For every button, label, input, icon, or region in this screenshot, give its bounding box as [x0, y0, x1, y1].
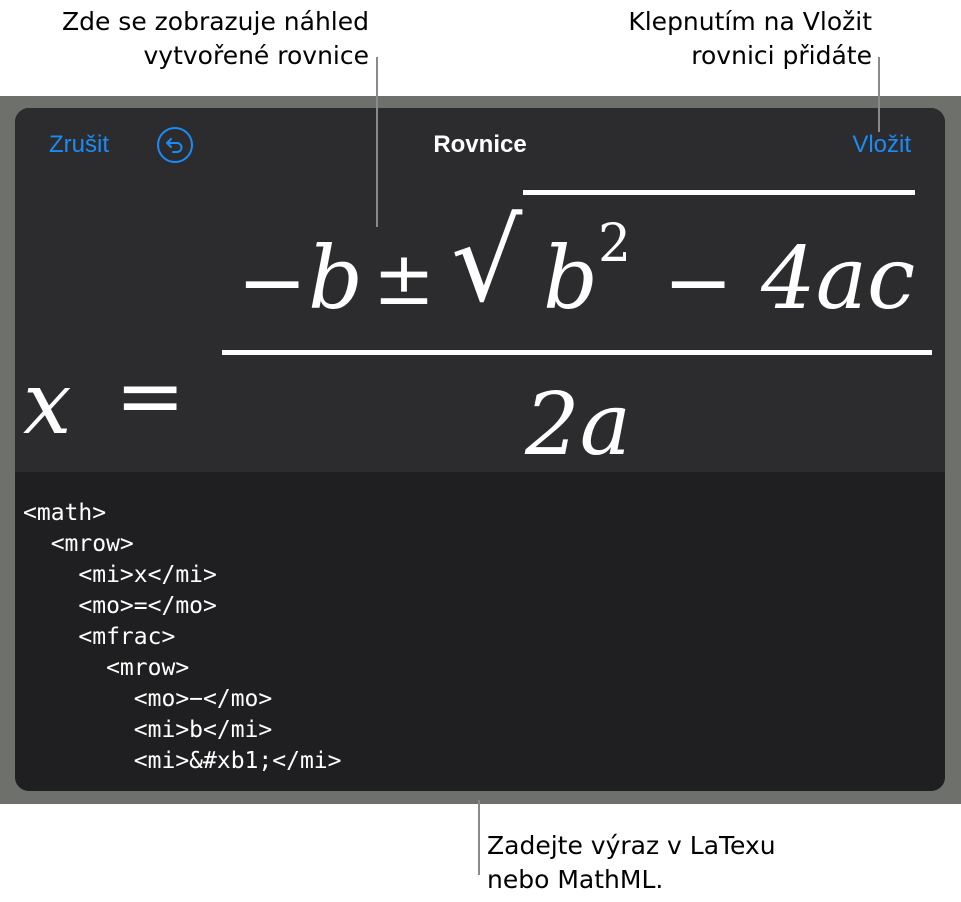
formula-radicand-rest: 4ac: [761, 229, 916, 329]
code-lines: <math> <mrow> <mi>x</mi> <mo>=</mo> <mfr…: [23, 498, 342, 777]
preview-callout: Zde se zobrazuje náhled vytvořené rovnic…: [62, 5, 369, 73]
insert-callout-line-1: Klepnutím na Vložit: [628, 7, 872, 36]
equation-dialog: Zrušit Rovnice Vložit x = − b ± √ b 2 − …: [15, 108, 945, 791]
dialog-title: Rovnice: [433, 131, 527, 158]
formula-minus: −: [237, 233, 308, 331]
input-callout-line-1: Zadejte výraz v LaTexu: [487, 831, 776, 860]
equation-preview: Zrušit Rovnice Vložit x = − b ± √ b 2 − …: [15, 108, 945, 472]
code-line: <mo>=</mo>: [23, 593, 217, 619]
formula-radical: √: [451, 197, 523, 327]
formula-plus-minus: ±: [373, 236, 436, 322]
input-callout: Zadejte výraz v LaTexu nebo MathML.: [487, 829, 776, 897]
insert-button[interactable]: Vložit: [852, 128, 911, 162]
insert-callout: Klepnutím na Vložit rovnici přidáte: [628, 5, 872, 73]
insert-callout-line-2: rovnici přidáte: [691, 41, 872, 70]
code-line: <math>: [23, 500, 107, 526]
mathml-input[interactable]: <math> <mrow> <mi>x</mi> <mo>=</mo> <mfr…: [15, 472, 945, 791]
fraction-bar: [222, 350, 932, 355]
code-line: <mo>−</mo>: [23, 686, 273, 712]
preview-callout-line-2: vytvořené rovnice: [143, 41, 369, 70]
preview-callout-leader: [376, 57, 378, 227]
preview-callout-line-1: Zde se zobrazuje náhled: [61, 7, 369, 36]
rendered-formula: x = − b ± √ b 2 − 4ac 2a: [15, 178, 945, 472]
input-callout-line-2: nebo MathML.: [487, 865, 664, 894]
code-line: <mi>b</mi>: [23, 717, 273, 743]
formula-radicand-base: b: [543, 229, 599, 329]
input-callout-leader: [478, 800, 480, 875]
formula-exponent: 2: [598, 214, 632, 274]
radical-overline: [523, 190, 915, 195]
formula-radicand-minus: −: [663, 233, 734, 331]
code-line: <mi>x</mi>: [23, 562, 217, 588]
code-line: <mrow>: [23, 531, 134, 557]
code-line: <mfrac>: [23, 624, 176, 650]
insert-callout-leader: [878, 57, 880, 132]
formula-lhs: x: [23, 354, 72, 454]
code-line: <mrow>: [23, 655, 190, 681]
code-line: <mi>&#xb1;</mi>: [23, 748, 342, 774]
formula-equals: =: [115, 347, 186, 445]
formula-denominator: 2a: [525, 375, 631, 475]
formula-b: b: [308, 229, 364, 329]
